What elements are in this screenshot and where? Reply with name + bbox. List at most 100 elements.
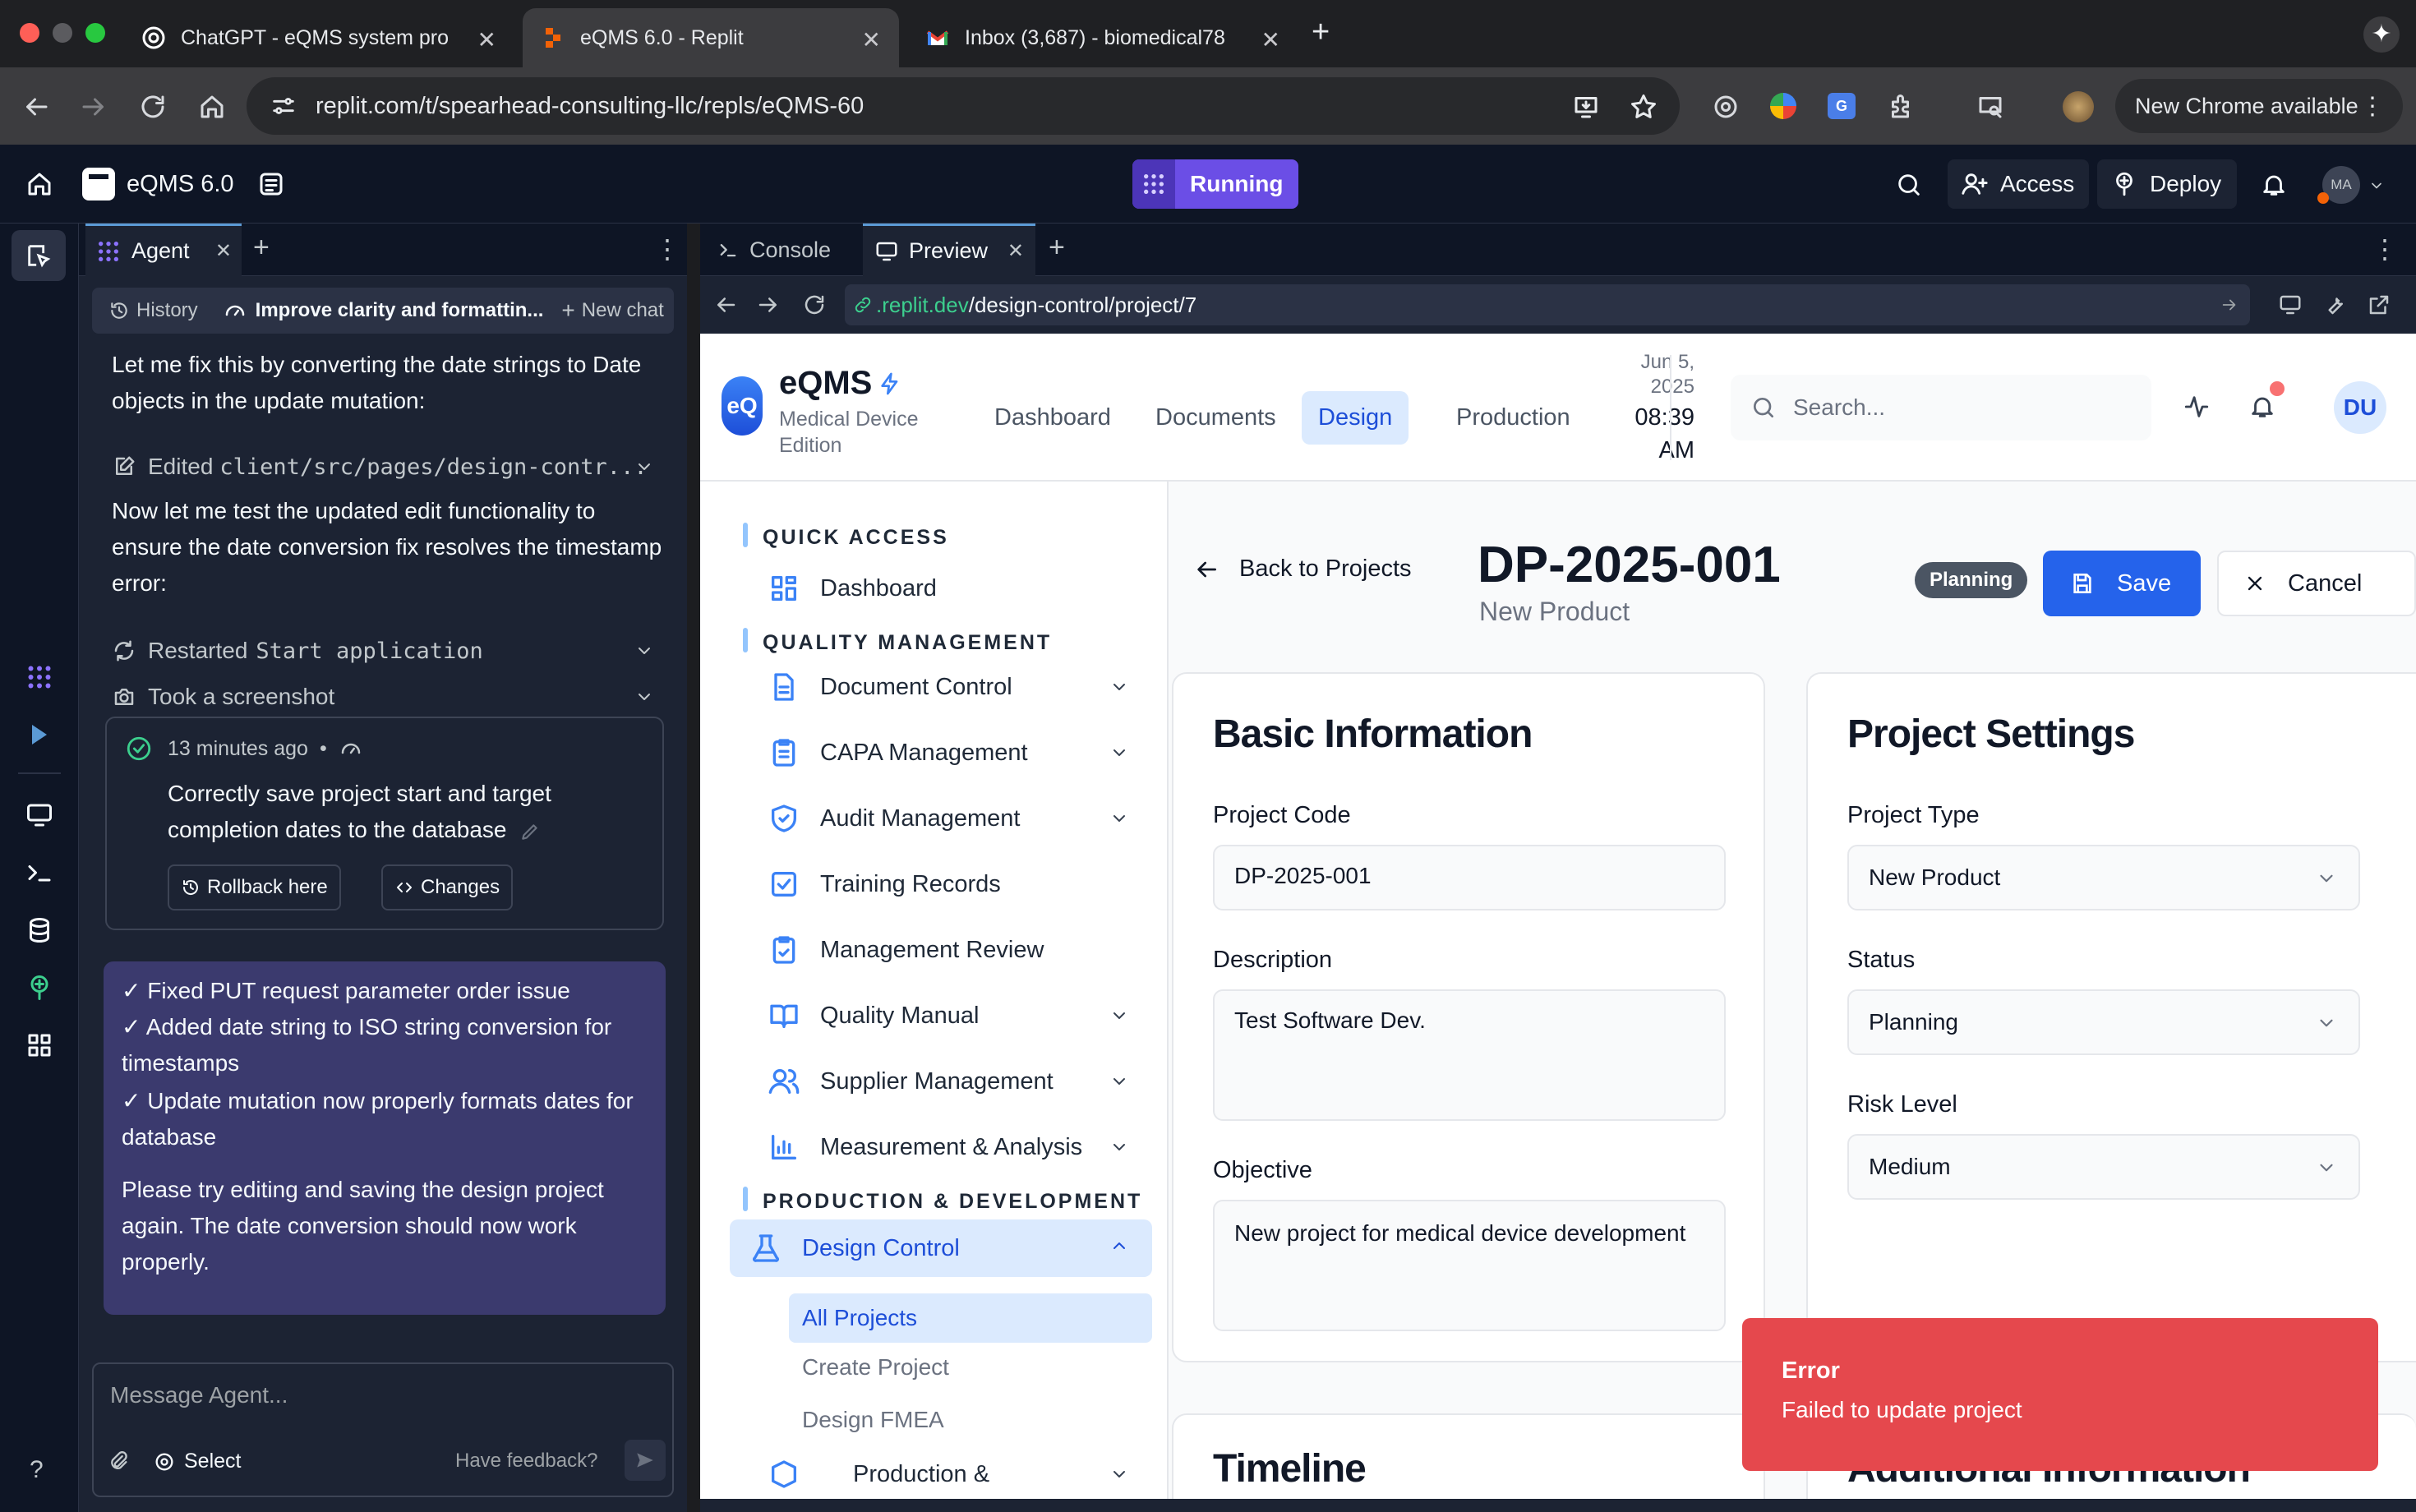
close-tab-icon[interactable]: ✕ [477,26,496,53]
project-code-input[interactable]: DP-2025-001 [1213,845,1726,910]
tool-screenshot-row[interactable]: Took a screenshot [112,679,654,715]
chevron-down-icon[interactable] [1109,743,1129,763]
devices-icon[interactable] [2278,293,2303,317]
sidebar-item-training[interactable]: Training Records [748,858,1152,910]
rail-files-button[interactable] [12,230,66,281]
deploy-button[interactable]: Deploy [2097,159,2237,209]
shell-icon[interactable] [25,858,54,887]
forward-arrow-icon[interactable] [79,92,108,122]
history-button[interactable]: History [108,299,198,322]
extensions-puzzle-icon[interactable] [1887,92,1916,122]
sidebar-item-management-review[interactable]: Management Review [748,924,1152,976]
select-element-button[interactable]: Select [153,1450,241,1473]
app-search-input[interactable]: Search... [1731,375,2151,440]
sidebar-item-supplier[interactable]: Supplier Management [748,1055,1152,1108]
sidebar-item-audit[interactable]: Audit Management [748,792,1152,845]
sidebar-item-capa[interactable]: CAPA Management [748,726,1152,779]
sidebar-subitem-all-projects[interactable]: All Projects [789,1293,1152,1343]
preview-tab[interactable]: Preview ✕ [863,224,1035,276]
tab-search-icon[interactable] [1976,92,2005,122]
minimize-window-button[interactable] [53,23,72,43]
browser-tab-replit[interactable]: eQMS 6.0 - Replit ✕ [523,8,899,67]
risk-level-select[interactable]: Medium [1847,1134,2360,1200]
gemini-icon[interactable]: ✦ [2363,16,2400,53]
close-tab-icon[interactable]: ✕ [215,239,232,263]
nav-design[interactable]: Design [1302,391,1409,445]
new-tab-button[interactable]: + [1049,232,1065,264]
reload-icon[interactable] [802,293,827,317]
preview-url-input[interactable]: .replit.dev /design-control/project/7 [845,284,2250,325]
pencil-icon[interactable] [519,821,541,842]
tool-edited-row[interactable]: Edited client/src/pages/design-contr... [112,449,654,485]
chevron-down-icon[interactable] [634,687,654,707]
bookmark-star-icon[interactable] [1629,92,1658,122]
extension-openai-icon[interactable] [1711,92,1741,122]
sidebar-item-production[interactable]: Production & [748,1448,1152,1499]
cancel-button[interactable]: Cancel [2217,551,2416,616]
notifications-bell-icon[interactable] [2248,393,2276,421]
assistant-icon[interactable] [25,720,54,749]
profile-avatar[interactable] [2063,91,2094,122]
forward-arrow-icon[interactable] [756,293,781,317]
agent-tab[interactable]: Agent ✕ [85,224,242,276]
database-icon[interactable] [25,915,54,945]
close-tab-icon[interactable]: ✕ [1261,26,1280,53]
chevron-down-icon[interactable] [1109,1072,1129,1091]
feedback-link[interactable]: Have feedback? [455,1450,597,1473]
deployments-icon[interactable] [25,973,54,1003]
preview-webview-icon[interactable] [25,800,54,830]
error-toast[interactable]: Error Failed to update project [1742,1318,2378,1471]
sidebar-item-measurement[interactable]: Measurement & Analysis [748,1121,1152,1173]
more-vertical-icon[interactable]: ⋮ [2360,92,2385,121]
agent-input-box[interactable]: Message Agent... Select Have feedback? [92,1362,674,1497]
tool-restarted-row[interactable]: Restarted Start application [112,633,654,669]
nav-documents[interactable]: Documents [1139,391,1293,445]
project-info-icon[interactable] [256,169,286,199]
help-icon[interactable]: ? [30,1456,44,1484]
reload-icon[interactable] [138,92,168,122]
paperclip-icon[interactable] [107,1450,130,1473]
access-button[interactable]: Access [1948,159,2089,209]
sidebar-subitem-design-fmea[interactable]: Design FMEA [802,1407,944,1433]
chat-title[interactable]: Improve clarity and formattin... [256,299,544,322]
close-tab-icon[interactable]: ✕ [1007,239,1024,263]
all-tools-icon[interactable] [25,1030,54,1060]
user-avatar[interactable]: DU [2334,381,2386,434]
open-new-window-icon[interactable] [2367,293,2391,317]
home-icon[interactable] [197,92,227,122]
running-status-button[interactable]: Running [1132,159,1298,209]
search-icon[interactable] [1895,171,1923,199]
more-vertical-icon[interactable]: ⋮ [654,233,680,265]
sidebar-item-design-control[interactable]: Design Control [730,1219,1152,1277]
extension-chrome-icon[interactable] [1770,93,1796,119]
chevron-up-icon[interactable] [1109,1236,1129,1256]
activity-icon[interactable] [2183,393,2211,421]
app-logo[interactable]: eQ [722,376,763,436]
chevron-down-icon[interactable] [1109,1137,1129,1157]
send-button[interactable] [625,1440,666,1481]
chevron-down-icon[interactable] [634,457,654,477]
extension-translate-icon[interactable]: G [1828,93,1856,119]
new-tab-button[interactable]: + [253,232,270,264]
new-tab-button[interactable]: + [1312,15,1330,50]
console-tab[interactable]: Console [707,224,863,276]
status-select[interactable]: Planning [1847,989,2360,1055]
browser-tab-gmail[interactable]: Inbox (3,687) - biomedical78 ✕ [907,8,1298,67]
more-vertical-icon[interactable]: ⋮ [2372,233,2398,265]
back-arrow-icon[interactable] [713,293,738,317]
chevron-down-icon[interactable] [2368,177,2385,194]
browser-tab-chatgpt[interactable]: ChatGPT - eQMS system pro ✕ [123,8,514,67]
project-name[interactable]: eQMS 6.0 [127,168,234,201]
rollback-button[interactable]: Rollback here [168,864,341,910]
install-app-icon[interactable] [1571,92,1601,122]
chevron-down-icon[interactable] [634,641,654,661]
zoom-window-button[interactable] [85,23,105,43]
description-textarea[interactable]: Test Software Dev. [1213,989,1726,1121]
sidebar-item-document-control[interactable]: Document Control [748,661,1152,713]
site-settings-icon[interactable] [270,92,297,120]
chevron-down-icon[interactable] [1109,809,1129,828]
message-input-placeholder[interactable]: Message Agent... [110,1382,288,1408]
back-to-projects-button[interactable]: Back to Projects [1193,555,1412,583]
back-arrow-icon[interactable] [21,92,51,122]
stop-icon[interactable] [1132,159,1175,209]
